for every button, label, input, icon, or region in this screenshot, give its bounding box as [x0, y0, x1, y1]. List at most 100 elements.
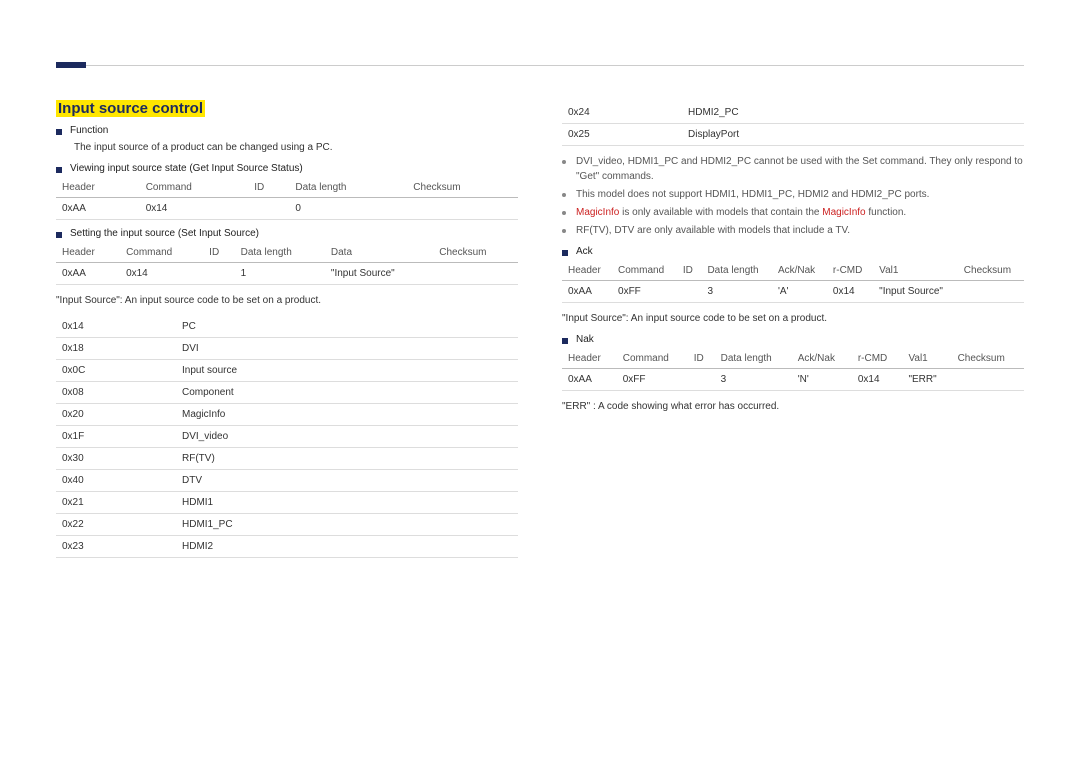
code-label: DisplayPort — [682, 124, 1024, 146]
td: 0xAA — [562, 281, 612, 303]
th: Data length — [701, 261, 772, 281]
td — [248, 198, 289, 220]
code-label: HDMI2 — [176, 536, 518, 558]
th: ID — [203, 243, 234, 263]
notes-list: DVI_video, HDMI1_PC and HDMI2_PC cannot … — [562, 154, 1024, 238]
th: Data length — [715, 349, 792, 369]
th: Val1 — [902, 349, 951, 369]
code-value: 0x0C — [56, 360, 176, 382]
th: Ack/Nak — [772, 261, 827, 281]
ack-label: Ack — [576, 246, 593, 257]
header-rule — [86, 65, 1024, 66]
th: r-CMD — [827, 261, 873, 281]
table-row: 0xAA 0xFF 3 'N' 0x14 "ERR" — [562, 369, 1024, 391]
td: 0x14 — [852, 369, 903, 391]
table-row: 0x18DVI — [56, 338, 518, 360]
td: "ERR" — [902, 369, 951, 391]
td: 0xAA — [56, 198, 140, 220]
section-title-text: Input source control — [56, 100, 205, 117]
code-value: 0x08 — [56, 382, 176, 404]
view-state-row: Viewing input source state (Get Input So… — [56, 163, 518, 174]
td: 'N' — [792, 369, 852, 391]
view-state-label: Viewing input source state (Get Input So… — [70, 163, 303, 174]
td: "Input Source" — [873, 281, 958, 303]
note-item: MagicInfo is only available with models … — [562, 205, 1024, 220]
function-label: Function — [70, 125, 108, 136]
table-row: 0x30RF(TV) — [56, 448, 518, 470]
code-value: 0x23 — [56, 536, 176, 558]
note-item: DVI_video, HDMI1_PC and HDMI2_PC cannot … — [562, 154, 1024, 184]
view-state-table: Header Command ID Data length Checksum 0… — [56, 178, 518, 220]
th: Header — [562, 261, 612, 281]
table-row: 0x24HDMI2_PC — [562, 102, 1024, 124]
code-value: 0x24 — [562, 102, 682, 124]
table-row: 0x21HDMI1 — [56, 492, 518, 514]
td — [407, 198, 518, 220]
bullet-icon — [56, 232, 62, 238]
td: 1 — [235, 263, 325, 285]
code-label: HDMI2_PC — [682, 102, 1024, 124]
table-row: 0x1FDVI_video — [56, 426, 518, 448]
th: ID — [677, 261, 702, 281]
td: 3 — [715, 369, 792, 391]
td — [952, 369, 1024, 391]
code-label: HDMI1_PC — [176, 514, 518, 536]
bullet-icon — [562, 250, 568, 256]
note-item: This model does not support HDMI1, HDMI1… — [562, 187, 1024, 202]
code-value: 0x1F — [56, 426, 176, 448]
code-value: 0x21 — [56, 492, 176, 514]
table-row: 0xAA 0xFF 3 'A' 0x14 "Input Source" — [562, 281, 1024, 303]
bullet-icon — [56, 167, 62, 173]
code-value: 0x22 — [56, 514, 176, 536]
td: 0 — [289, 198, 407, 220]
set-source-label: Setting the input source (Set Input Sour… — [70, 228, 259, 239]
code-label: RF(TV) — [176, 448, 518, 470]
th: Checksum — [407, 178, 518, 198]
table-row: 0x0CInput source — [56, 360, 518, 382]
table-row: 0x08Component — [56, 382, 518, 404]
function-text: The input source of a product can be cha… — [74, 140, 518, 155]
td: "Input Source" — [325, 263, 433, 285]
set-source-table: Header Command ID Data length Data Check… — [56, 243, 518, 285]
th: Val1 — [873, 261, 958, 281]
ack-table: Header Command ID Data length Ack/Nak r-… — [562, 261, 1024, 303]
header-accent-bar — [56, 62, 86, 68]
bullet-icon — [562, 338, 568, 344]
right-column: 0x24HDMI2_PC0x25DisplayPort DVI_video, H… — [562, 100, 1024, 566]
nak-caption: "ERR" : A code showing what error has oc… — [562, 399, 1024, 414]
nak-row: Nak — [562, 334, 1024, 345]
code-value: 0x30 — [56, 448, 176, 470]
source-codes-table: 0x14PC0x18DVI0x0CInput source0x08Compone… — [56, 316, 518, 558]
code-label: PC — [176, 316, 518, 338]
code-value: 0x14 — [56, 316, 176, 338]
th: Checksum — [952, 349, 1024, 369]
th: ID — [688, 349, 715, 369]
code-label: DVI_video — [176, 426, 518, 448]
table-row: 0x20MagicInfo — [56, 404, 518, 426]
td — [203, 263, 234, 285]
table-row: 0xAA 0x14 0 — [56, 198, 518, 220]
code-label: MagicInfo — [176, 404, 518, 426]
table-row: 0x40DTV — [56, 470, 518, 492]
td: 0x14 — [827, 281, 873, 303]
code-label: DVI — [176, 338, 518, 360]
code-value: 0x18 — [56, 338, 176, 360]
ack-row: Ack — [562, 246, 1024, 257]
td — [677, 281, 702, 303]
th: Command — [120, 243, 203, 263]
note-item: RF(TV), DTV are only available with mode… — [562, 223, 1024, 238]
td: 'A' — [772, 281, 827, 303]
table-row: 0x25DisplayPort — [562, 124, 1024, 146]
td — [958, 281, 1024, 303]
code-value: 0x20 — [56, 404, 176, 426]
td: 0x14 — [140, 198, 249, 220]
table-row: 0xAA 0x14 1 "Input Source" — [56, 263, 518, 285]
td — [688, 369, 715, 391]
set-source-row: Setting the input source (Set Input Sour… — [56, 228, 518, 239]
section-title: Input source control — [56, 100, 518, 117]
th: Header — [56, 178, 140, 198]
source-codes-table-cont: 0x24HDMI2_PC0x25DisplayPort — [562, 102, 1024, 146]
code-label: DTV — [176, 470, 518, 492]
th: Command — [612, 261, 677, 281]
bullet-icon — [56, 129, 62, 135]
